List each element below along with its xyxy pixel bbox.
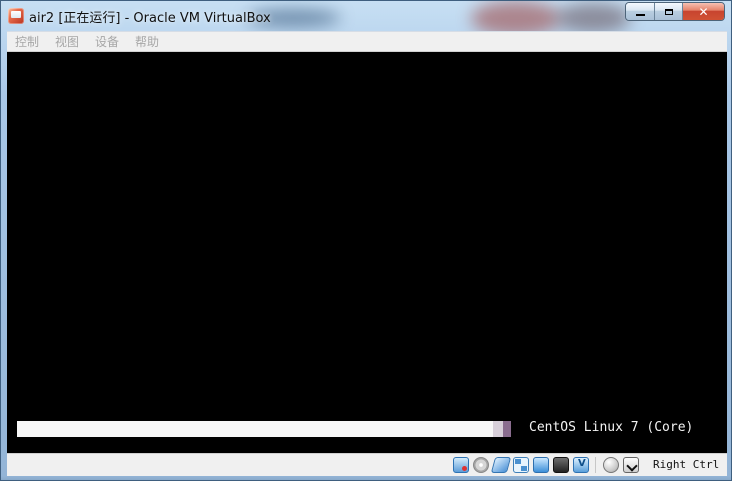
menu-bar: 控制 视图 设备 帮助	[7, 31, 727, 52]
menu-control[interactable]: 控制	[15, 33, 39, 50]
keyboard-capture-icon[interactable]	[623, 457, 639, 473]
boot-progress-tail-dark	[503, 421, 511, 437]
menu-devices[interactable]: 设备	[95, 33, 119, 50]
shared-folder-icon[interactable]	[533, 457, 549, 473]
close-icon: ✕	[698, 4, 709, 19]
mouse-integration-icon[interactable]	[603, 457, 619, 473]
boot-progress-tail-light	[493, 421, 503, 437]
close-button[interactable]: ✕	[683, 3, 724, 20]
window-controls: ✕	[625, 2, 725, 21]
host-key-label: Right Ctrl	[653, 458, 720, 471]
menu-view[interactable]: 视图	[55, 33, 79, 50]
minimize-icon	[636, 7, 645, 16]
display-icon[interactable]	[553, 457, 569, 473]
virtualbox-window: air2 [正在运行] - Oracle VM VirtualBox ✕ 控制 …	[0, 0, 732, 481]
menu-help[interactable]: 帮助	[135, 33, 159, 50]
virtualization-icon[interactable]	[573, 457, 589, 473]
boot-message: CentOS Linux 7 (Core)	[529, 420, 694, 435]
status-bar: Right Ctrl	[7, 453, 727, 476]
status-separator	[595, 457, 596, 473]
network-icon[interactable]	[513, 457, 529, 473]
maximize-button[interactable]	[655, 3, 683, 20]
boot-progress-bar	[17, 421, 511, 437]
status-icons	[453, 457, 639, 473]
title-bar: air2 [正在运行] - Oracle VM VirtualBox ✕	[1, 1, 731, 31]
maximize-icon	[665, 9, 673, 15]
minimize-button[interactable]	[626, 3, 655, 20]
optical-drive-icon[interactable]	[473, 457, 489, 473]
usb-icon[interactable]	[490, 457, 512, 473]
hard-disk-icon[interactable]	[453, 457, 469, 473]
window-title: air2 [正在运行] - Oracle VM VirtualBox	[29, 11, 271, 26]
vm-display[interactable]: CentOS Linux 7 (Core)	[7, 52, 727, 453]
window-bottom-border	[1, 476, 731, 480]
virtualbox-icon	[8, 8, 24, 24]
